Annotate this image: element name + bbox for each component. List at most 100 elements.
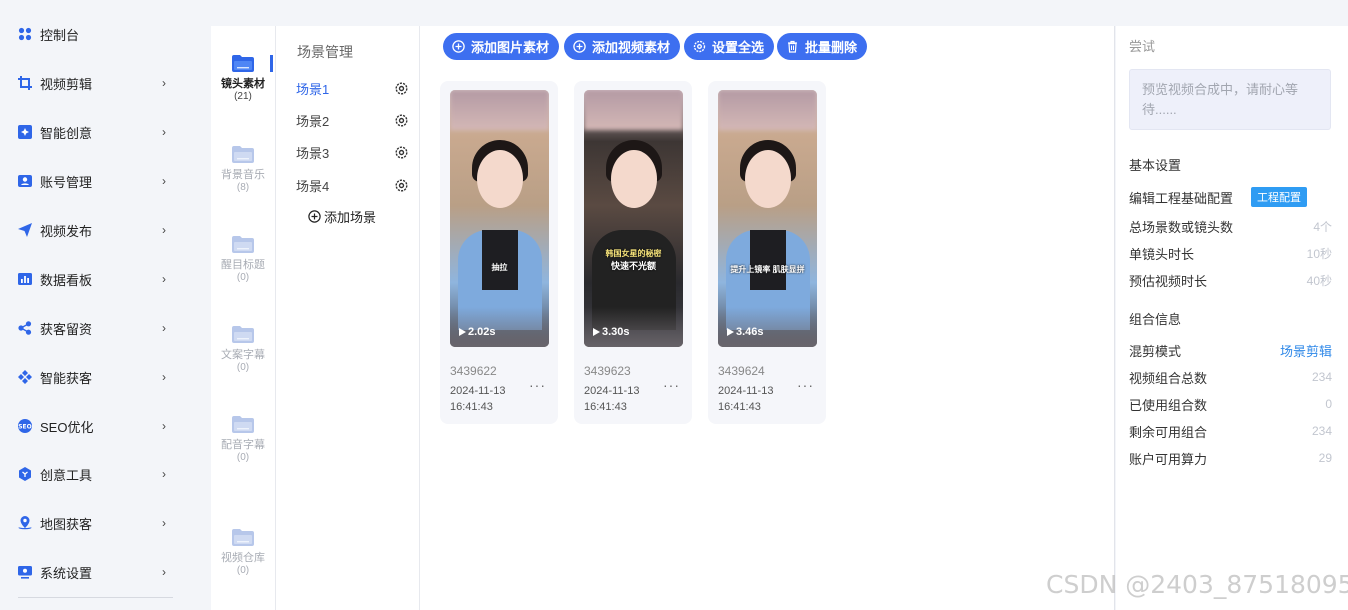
video-thumbnail[interactable]: 抽拉 2.02s [450, 90, 549, 347]
gear-icon[interactable] [395, 113, 408, 127]
crop-icon [18, 76, 32, 90]
gear-icon[interactable] [395, 81, 408, 95]
add-image-material-button[interactable]: 添加图片素材 [443, 33, 560, 60]
dashboard-icon [18, 27, 32, 41]
add-video-material-button[interactable]: 添加视频素材 [564, 33, 681, 60]
project-config-label: 编辑工程基础配置 [1129, 190, 1234, 206]
add-image-label: 添加图片素材 [471, 40, 550, 55]
panel-heading: 尝试 [1129, 39, 1156, 54]
thumbnail-caption: 提升上镜率 肌肤显拼 [730, 265, 805, 274]
send-icon [18, 223, 32, 237]
scene-item-2[interactable]: 场景2 [296, 110, 408, 130]
add-scene-button[interactable]: 添加场景 [308, 207, 376, 226]
setting-key: 单镜头时长 [1129, 246, 1195, 262]
play-icon [593, 328, 600, 336]
scene-column: 场景管理 场景1 场景2 场景3 场景4 添加场景 [276, 26, 420, 610]
add-video-label: 添加视频素材 [592, 40, 671, 55]
nav-item-dashboard[interactable]: 控制台 [18, 22, 170, 46]
nav-label: 智能获客 [40, 370, 93, 386]
category-count: (0) [236, 565, 250, 576]
folder-icon [232, 326, 254, 343]
video-thumbnail[interactable]: 韩国女星的秘密 快速不光额 3.30s [584, 90, 683, 347]
nav-label: 地图获客 [40, 516, 93, 532]
category-count: (0) [236, 452, 250, 463]
nav-label: 控制台 [40, 27, 80, 43]
play-icon [727, 328, 734, 336]
material-date: 2024-11-13 [584, 385, 640, 397]
thumbnail-person-face [611, 150, 657, 208]
more-options-icon[interactable]: ··· [663, 377, 680, 393]
gear-icon[interactable] [395, 178, 408, 192]
combo-value: 29 [1318, 451, 1332, 465]
category-subtitle[interactable]: 文案字幕 (0) [211, 326, 275, 373]
nav-item-publish[interactable]: 视频发布 › [18, 218, 170, 242]
category-label: 背景音乐 [221, 169, 265, 181]
gear-icon[interactable] [395, 145, 408, 159]
bar-chart-icon [18, 272, 32, 286]
batch-delete-label: 批量删除 [805, 40, 858, 55]
category-bgm[interactable]: 背景音乐 (8) [211, 146, 275, 193]
setting-key: 总场景数或镜头数 [1129, 219, 1234, 235]
category-shot-material[interactable]: 镜头素材 (21) [211, 55, 275, 102]
nav-label: 智能创意 [40, 125, 93, 141]
scene-label: 场景4 [296, 178, 330, 194]
category-video-repo[interactable]: 视频仓库 (0) [211, 529, 275, 576]
scene-label: 场景1 [296, 81, 330, 97]
nav-label: 创意工具 [40, 467, 93, 483]
seo-icon: SEO [18, 419, 32, 433]
scene-item-1[interactable]: 场景1 [296, 78, 408, 98]
material-date: 2024-11-13 [718, 385, 774, 397]
more-options-icon[interactable]: ··· [529, 377, 546, 393]
combo-row: 视频组合总数 234 [1129, 368, 1332, 386]
nav-item-settings[interactable]: 系统设置 › [18, 560, 170, 584]
map-pin-icon [18, 516, 32, 530]
share-icon [18, 321, 32, 335]
chevron-right-icon: › [162, 419, 166, 433]
material-main-area: 添加图片素材 添加视频素材 设置全选 批量删除 抽拉 2.02s 3439622… [420, 26, 1115, 610]
nav-item-seo[interactable]: SEO SEO优化 › [18, 414, 170, 438]
mix-mode-link[interactable]: 场景剪辑 [1280, 341, 1332, 360]
material-card[interactable]: 抽拉 2.02s 3439622 2024-11-13 16:41:43 ··· [440, 81, 558, 424]
thumbnail-blur-top [584, 90, 683, 130]
video-thumbnail[interactable]: 提升上镜率 肌肤显拼 3.46s [718, 90, 817, 347]
category-count: (8) [236, 182, 250, 193]
material-timestamp: 2024-11-13 16:41:43 [718, 383, 798, 415]
nav-item-smart-creative[interactable]: 智能创意 › [18, 120, 170, 144]
nav-item-data-board[interactable]: 数据看板 › [18, 267, 170, 291]
category-label: 文案字幕 [221, 349, 265, 361]
nav-item-video-edit[interactable]: 视频剪辑 › [18, 71, 170, 95]
sidebar: 控制台 视频剪辑 › 智能创意 › 账号管理 › 视频发布 › 数据看板 › 获… [0, 0, 198, 610]
chevron-right-icon: › [162, 174, 166, 188]
plus-circle-icon [308, 210, 321, 223]
folder-icon [232, 416, 254, 433]
setting-row: 预估视频时长 40秒 [1129, 271, 1332, 289]
chevron-right-icon: › [162, 516, 166, 530]
gear-icon [693, 40, 706, 53]
chevron-right-icon: › [162, 272, 166, 286]
nav-item-leads[interactable]: 获客留资 › [18, 316, 170, 340]
thumbnail-caption: 抽拉 [491, 263, 508, 272]
select-all-button[interactable]: 设置全选 [684, 33, 775, 60]
category-dubbing[interactable]: 配音字幕 (0) [211, 416, 275, 463]
nav-item-smart-leads[interactable]: 智能获客 › [18, 365, 170, 389]
nav-item-creative-tools[interactable]: 创意工具 › [18, 462, 170, 486]
scene-item-4[interactable]: 场景4 [296, 175, 408, 195]
project-config-button[interactable]: 工程配置 [1251, 187, 1307, 207]
material-card[interactable]: 提升上镜率 肌肤显拼 3.46s 3439624 2024-11-13 16:41… [708, 81, 826, 424]
more-options-icon[interactable]: ··· [797, 377, 814, 393]
user-card-icon [18, 174, 32, 188]
nav-item-map-leads[interactable]: 地图获客 › [18, 511, 170, 535]
nav-label: 获客留资 [40, 321, 93, 337]
category-label: 镜头素材 [221, 78, 265, 90]
material-card[interactable]: 韩国女星的秘密 快速不光额 3.30s 3439623 2024-11-13 16… [574, 81, 692, 424]
material-date: 2024-11-13 [450, 385, 506, 397]
category-title[interactable]: 醒目标题 (0) [211, 236, 275, 283]
nav-item-account[interactable]: 账号管理 › [18, 169, 170, 193]
batch-delete-button[interactable]: 批量删除 [777, 33, 868, 60]
category-label: 视频仓库 [221, 552, 265, 564]
project-config-row: 编辑工程基础配置 工程配置 [1129, 187, 1332, 207]
scene-item-3[interactable]: 场景3 [296, 142, 408, 162]
preview-status-box: 预览视频合成中，请耐心等待...... [1129, 69, 1331, 130]
hexagon-icon [18, 467, 32, 481]
thumbnail-caption: 快速不光额 [610, 261, 656, 271]
